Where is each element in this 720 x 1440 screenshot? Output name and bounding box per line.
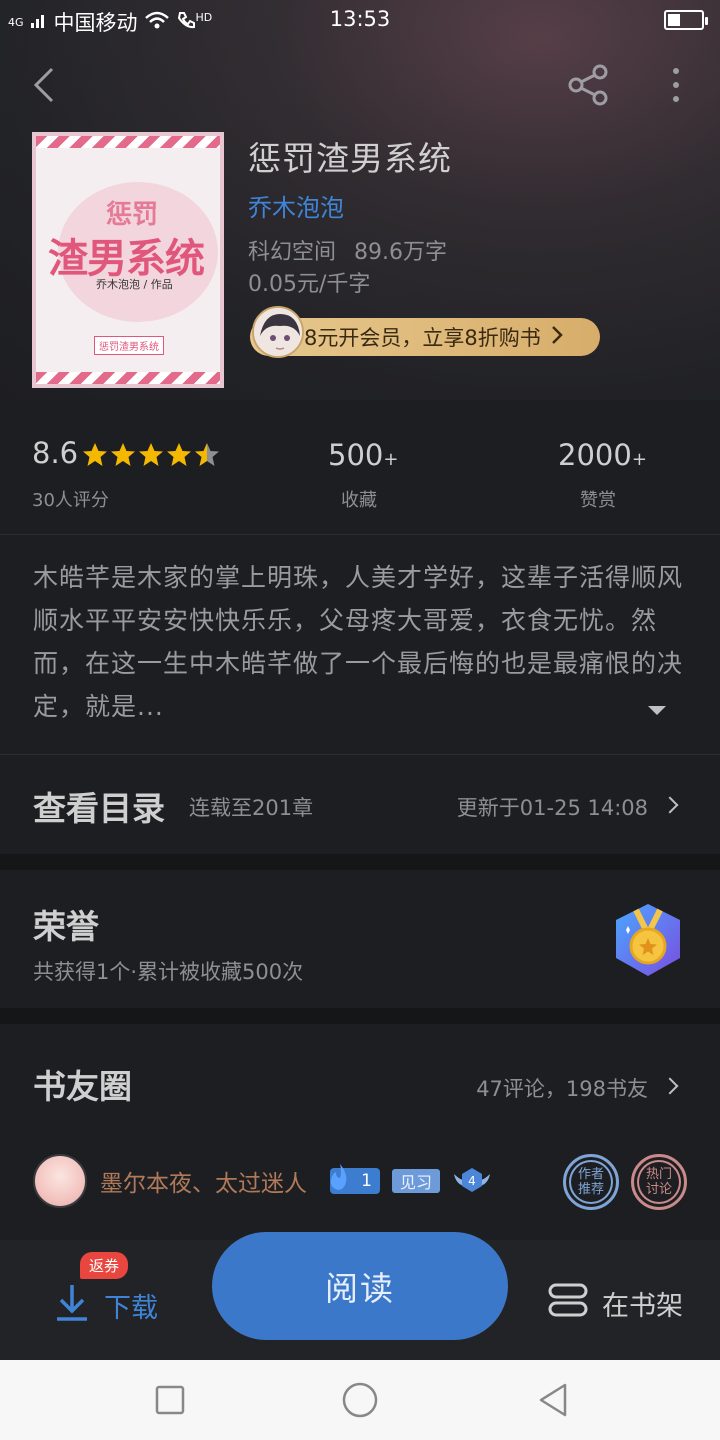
on-shelf-label: 在书架 — [602, 1291, 683, 1322]
recent-apps-icon[interactable] — [154, 1384, 186, 1416]
favorites-label: 收藏 — [341, 490, 377, 511]
flame-icon — [326, 1162, 354, 1198]
status-bar: 4G 中国移动 HD 13:53 — [0, 0, 720, 40]
honor-title: 荣誉 — [33, 907, 99, 946]
coupon-badge: 返券 — [80, 1252, 129, 1279]
chevron-right-icon — [551, 325, 563, 350]
star-icon — [83, 443, 107, 466]
more-icon[interactable] — [660, 62, 692, 108]
toc-progress: 连载至201章 — [189, 796, 314, 820]
wing-badge-icon: 4 — [452, 1166, 492, 1194]
book-title: 惩罚渣男系统 — [248, 139, 452, 178]
expand-arrow-icon[interactable] — [648, 706, 666, 715]
honor-summary: 共获得1个·累计被收藏500次 — [33, 960, 304, 984]
star-icon — [139, 443, 163, 466]
share-icon[interactable] — [566, 62, 612, 108]
toc-updated: 更新于01-25 14:08 — [456, 796, 648, 820]
star-icon — [167, 443, 191, 466]
cover-byline: 乔木泡泡 / 作品 — [96, 278, 173, 291]
hot-discussion-stamp: 热门 讨论 — [631, 1154, 687, 1210]
book-stats: 8.6 30人评分 500+ 收藏 2000+ 赞赏 — [0, 430, 720, 520]
book-circle-title[interactable]: 书友圈 — [33, 1060, 132, 1108]
likes-label: 赞赏 — [580, 490, 616, 511]
author-recommend-stamp: 作者 推荐 — [563, 1154, 619, 1210]
clock: 13:53 — [329, 7, 391, 31]
download-label: 下载 — [104, 1293, 158, 1324]
book-price: 0.05元/千字 — [248, 272, 371, 297]
book-description: 木皓芊是木家的掌上明珠，人美才学好，这辈子活得顺风顺水平平安安快快乐乐，父母疼大… — [33, 563, 684, 721]
rating-count: 30人评分 — [32, 490, 109, 511]
back-nav-icon[interactable] — [536, 1382, 570, 1418]
top-nav — [0, 60, 720, 110]
star-icon — [111, 443, 135, 466]
back-icon[interactable] — [24, 60, 64, 110]
book-word-count: 89.6万字 — [354, 240, 448, 265]
download-button[interactable]: 下载 — [54, 1282, 158, 1329]
wing-level: 4 — [468, 1174, 476, 1188]
user-avatar[interactable] — [33, 1154, 87, 1208]
read-button[interactable]: 阅读 — [212, 1232, 508, 1340]
home-icon[interactable] — [342, 1382, 378, 1418]
book-author[interactable]: 乔木泡泡 — [248, 188, 344, 223]
rating-score: 8.6 — [32, 436, 79, 470]
battery-icon — [664, 10, 708, 30]
book-cover[interactable]: 惩罚 渣男系统 乔木泡泡 / 作品 惩罚渣男系统 — [32, 132, 224, 388]
vip-promo-text: 8元开会员，立享8折购书 — [304, 326, 541, 350]
system-nav-bar — [0, 1360, 720, 1440]
half-star-icon — [195, 443, 219, 466]
post-username[interactable]: 墨尔本夜、太过迷人 — [100, 1164, 307, 1198]
book-category: 科幻空间 — [248, 240, 337, 265]
rating-stars — [82, 442, 220, 468]
book-meta: 科幻空间 89.6万字 — [248, 234, 447, 266]
bookshelf-icon — [548, 1282, 588, 1325]
favorites-count: 500+ — [328, 438, 399, 472]
book-circle-stats: 47评论，198书友 — [476, 1077, 648, 1101]
cover-tag: 惩罚渣男系统 — [94, 336, 164, 355]
rank-tag: 见习 — [392, 1169, 440, 1193]
vip-avatar — [252, 306, 304, 358]
medal-icon[interactable] — [608, 900, 688, 980]
on-shelf-button[interactable]: 在书架 — [548, 1282, 683, 1325]
toc-title[interactable]: 查看目录 — [33, 782, 165, 830]
download-icon — [54, 1282, 90, 1329]
likes-count: 2000+ — [558, 438, 647, 472]
